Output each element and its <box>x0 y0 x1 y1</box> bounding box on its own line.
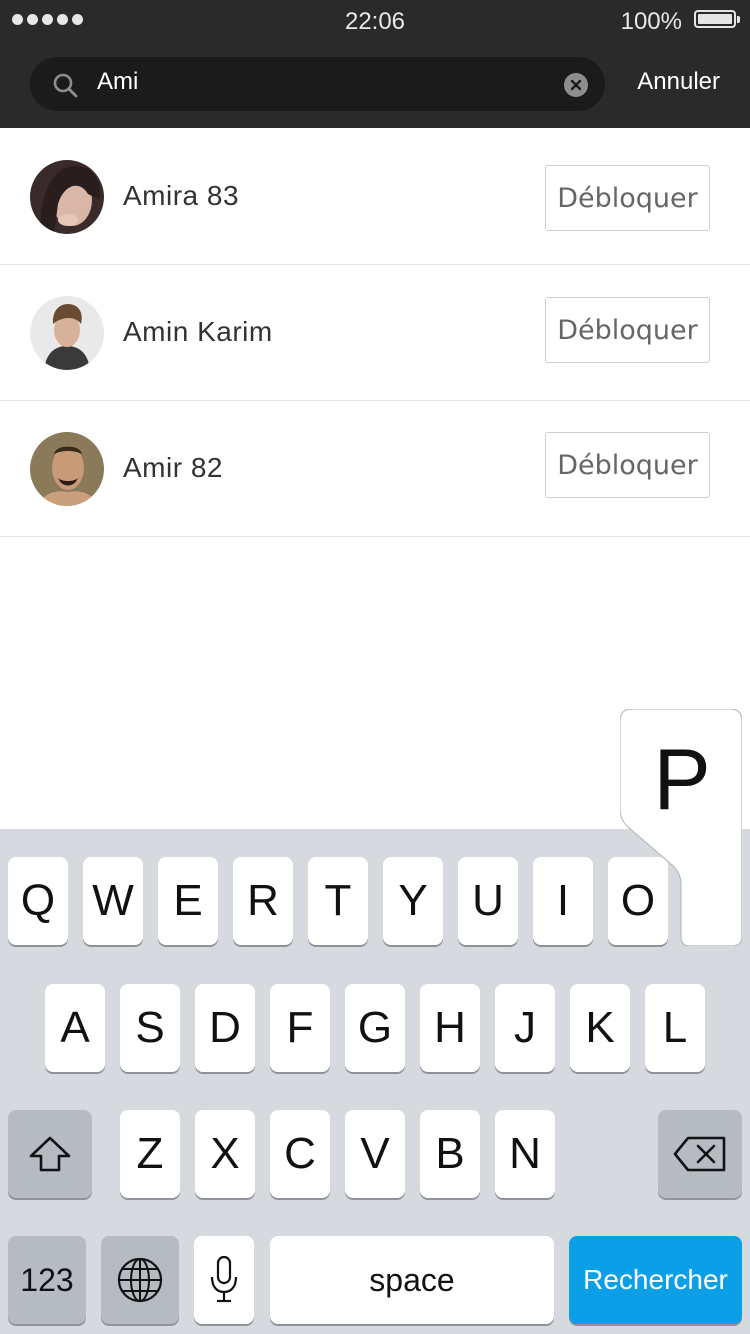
key-r[interactable]: R <box>233 857 293 945</box>
contact-name: Amira 83 <box>123 180 240 211</box>
avatar <box>30 296 104 370</box>
backspace-key[interactable] <box>658 1110 742 1198</box>
key-t[interactable]: T <box>308 857 368 945</box>
key-d[interactable]: D <box>195 984 255 1072</box>
globe-key[interactable] <box>101 1236 179 1324</box>
key-f[interactable]: F <box>270 984 330 1072</box>
microphone-icon <box>210 1255 238 1303</box>
key-h[interactable]: H <box>420 984 480 1072</box>
search-input-value[interactable]: Ami <box>97 68 138 96</box>
backspace-icon <box>673 1136 726 1172</box>
key-q[interactable]: Q <box>8 857 68 945</box>
shift-key[interactable] <box>8 1110 92 1198</box>
shift-icon <box>29 1136 71 1172</box>
key-p-label: P <box>653 732 710 828</box>
key-u[interactable]: U <box>458 857 518 945</box>
key-n[interactable]: N <box>495 1110 555 1198</box>
key-v[interactable]: V <box>345 1110 405 1198</box>
numbers-key[interactable]: 123 <box>8 1236 86 1324</box>
search-icon <box>53 73 78 98</box>
key-x[interactable]: X <box>195 1110 255 1198</box>
key-z[interactable]: Z <box>120 1110 180 1198</box>
key-i[interactable]: I <box>533 857 593 945</box>
battery-icon <box>694 10 740 28</box>
key-b[interactable]: B <box>420 1110 480 1198</box>
key-a[interactable]: A <box>45 984 105 1072</box>
key-s[interactable]: S <box>120 984 180 1072</box>
unblock-button[interactable]: Débloquer <box>545 432 710 498</box>
key-j[interactable]: J <box>495 984 555 1072</box>
battery-percentage: 100% <box>620 8 682 35</box>
microphone-key[interactable] <box>194 1236 254 1324</box>
key-e[interactable]: E <box>158 857 218 945</box>
key-c[interactable]: C <box>270 1110 330 1198</box>
unblock-button[interactable]: Débloquer <box>545 297 710 363</box>
contact-name: Amin Karim <box>123 316 273 347</box>
search-key[interactable]: Rechercher <box>569 1236 742 1324</box>
key-y[interactable]: Y <box>383 857 443 945</box>
key-g[interactable]: G <box>345 984 405 1072</box>
globe-icon <box>117 1257 163 1303</box>
key-l[interactable]: L <box>645 984 705 1072</box>
unblock-button[interactable]: Débloquer <box>545 165 710 231</box>
cancel-button[interactable]: Annuler <box>637 68 720 96</box>
contact-name: Amir 82 <box>123 452 223 483</box>
key-p-popup[interactable]: P <box>620 709 742 946</box>
space-key[interactable]: space <box>270 1236 554 1324</box>
key-w[interactable]: W <box>83 857 143 945</box>
clear-icon[interactable] <box>563 72 589 98</box>
key-k[interactable]: K <box>570 984 630 1072</box>
avatar <box>30 432 104 506</box>
avatar <box>30 160 104 234</box>
